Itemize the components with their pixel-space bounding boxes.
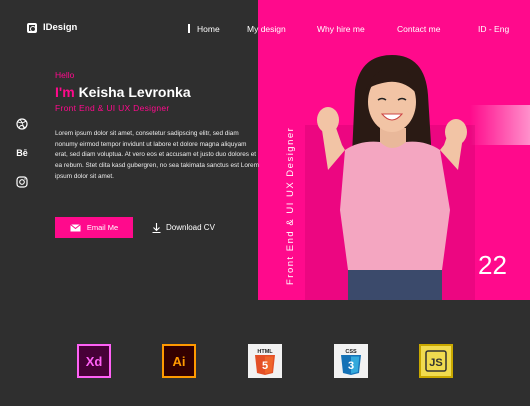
nav-active-indicator — [188, 24, 190, 33]
nav-item-home[interactable]: Home — [197, 24, 220, 34]
download-cv-button[interactable]: Download CV — [152, 217, 215, 238]
hero-name-text: Keisha Levronka — [78, 84, 191, 100]
email-me-label: Email Me — [86, 223, 119, 232]
download-icon — [152, 222, 161, 233]
hero-role: Front End & UI UX Designer — [55, 103, 170, 113]
language-switch[interactable]: ID - Eng — [478, 24, 509, 34]
instagram-icon[interactable] — [16, 176, 28, 188]
html5-icon: HTML 5 — [248, 344, 282, 378]
css3-label: CSS — [345, 349, 357, 355]
nav-item-why-hire-me[interactable]: Why hire me — [317, 24, 365, 34]
svg-text:5: 5 — [262, 360, 268, 372]
css3-icon: CSS 3 — [334, 344, 368, 378]
hero-bio: Lorem ipsum dolor sit amet, consetetur s… — [55, 130, 259, 180]
logo-icon — [27, 22, 37, 33]
download-cv-label: Download CV — [166, 223, 215, 232]
javascript-label: JS — [429, 357, 442, 369]
years-number: 22 — [478, 250, 507, 280]
email-me-button[interactable]: Email Me — [55, 217, 133, 238]
dribbble-icon[interactable] — [16, 118, 28, 130]
hero-name-prefix: I'm — [55, 84, 75, 100]
nav-item-contact-me[interactable]: Contact me — [397, 24, 440, 34]
hero-name: I'm Keisha Levronka — [55, 84, 191, 100]
javascript-icon: JS — [419, 344, 453, 378]
portrait-photo — [317, 55, 467, 300]
brand-name: IDesign — [43, 22, 78, 33]
greeting: Hello — [55, 70, 75, 80]
adobe-xd-icon: Xd — [77, 344, 111, 378]
mail-icon — [70, 223, 81, 231]
behance-icon[interactable]: Bē — [16, 147, 28, 159]
nav-item-my-design[interactable]: My design — [247, 24, 286, 34]
adobe-illustrator-icon: Ai — [162, 344, 196, 378]
brand-logo[interactable]: IDesign — [27, 22, 77, 33]
html5-label: HTML — [257, 349, 273, 355]
vertical-role-label: Front End & UI UX Designer — [285, 126, 296, 285]
svg-text:3: 3 — [348, 360, 354, 372]
